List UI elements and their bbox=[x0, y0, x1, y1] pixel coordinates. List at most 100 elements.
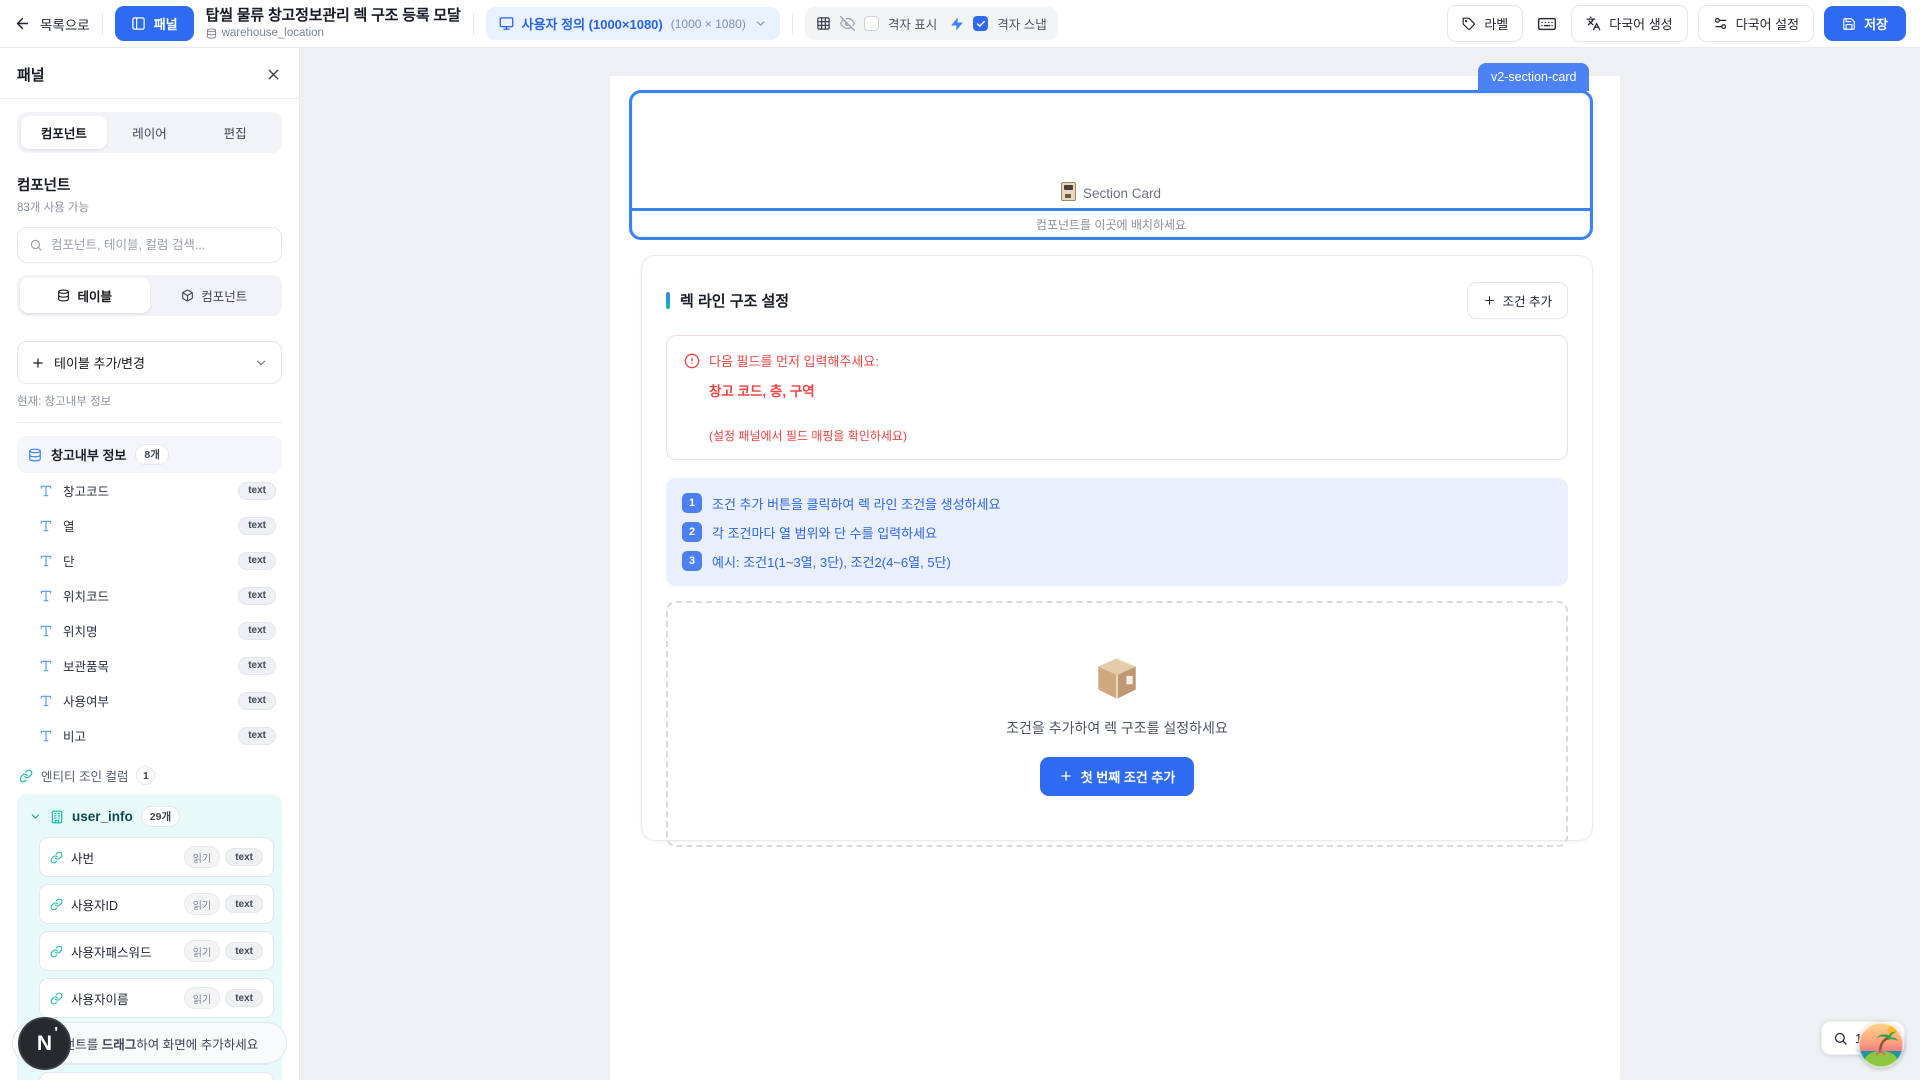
viewport-select[interactable]: 사용자 정의 (1000×1080) (1000 × 1080) bbox=[486, 7, 780, 40]
keyboard-shortcuts-button[interactable] bbox=[1533, 10, 1561, 38]
type-text-icon bbox=[39, 554, 53, 568]
field-type-badge: text bbox=[238, 622, 276, 640]
field-type-badge: text bbox=[238, 482, 276, 500]
join-field-row[interactable]: 사용자이름 읽기text bbox=[39, 978, 274, 1018]
add-condition-button[interactable]: 조건 추가 bbox=[1467, 282, 1568, 319]
add-table-dropdown[interactable]: 테이블 추가/변경 bbox=[17, 341, 282, 384]
field-type-badge: text bbox=[225, 942, 263, 960]
tag-icon bbox=[1462, 17, 1476, 31]
panel-sidebar: 패널 컴포넌트 레이어 편집 컴포넌트 83개 사용 가능 테이블 bbox=[0, 48, 300, 1080]
database-icon bbox=[28, 448, 42, 462]
page-title-block: 탑씰 물류 창고정보관리 렉 구조 등록 모달 warehouse_locati… bbox=[206, 7, 461, 39]
join-field-row[interactable]: 사번 읽기text bbox=[39, 837, 274, 877]
field-row[interactable]: 보관품목 text bbox=[17, 648, 282, 683]
field-row[interactable]: 비고 text bbox=[17, 718, 282, 753]
type-text-icon bbox=[39, 589, 53, 603]
box-icon bbox=[181, 289, 194, 302]
toggle-tables[interactable]: 테이블 bbox=[20, 278, 150, 313]
join-field-row[interactable]: 사용자패스워드 읽기text bbox=[39, 931, 274, 971]
grid-show-label: 격자 표시 bbox=[888, 14, 937, 33]
tab-edit[interactable]: 편집 bbox=[192, 116, 278, 149]
toggle-components[interactable]: 컴포넌트 bbox=[150, 278, 280, 313]
join-count-badge: 1 bbox=[136, 766, 155, 785]
field-row[interactable]: 창고코드 text bbox=[17, 473, 282, 508]
table-group-count-badge: 8개 bbox=[135, 444, 169, 465]
join-group-header[interactable]: user_info 29개 bbox=[25, 802, 274, 837]
instruction-step: 1 조건 추가 버튼을 클릭하여 렉 라인 조건을 생성하세요 bbox=[682, 493, 1552, 513]
field-type-badge: text bbox=[225, 848, 263, 866]
table-group-name: 창고내부 정보 bbox=[51, 445, 126, 464]
link-icon bbox=[50, 898, 63, 911]
editor-canvas-area: v2-section-card Section Card 컴포넌트를 이곳에 배… bbox=[300, 48, 1920, 1080]
back-label: 목록으로 bbox=[40, 14, 90, 34]
link-icon bbox=[50, 992, 63, 1005]
back-to-list-button[interactable]: 목록으로 bbox=[14, 14, 90, 34]
close-icon[interactable] bbox=[265, 66, 282, 83]
i18n-generate-button[interactable]: 다국어 생성 bbox=[1571, 5, 1687, 42]
section-card-component[interactable]: Section Card 컴포넌트를 이곳에 배치하세요 bbox=[629, 90, 1593, 240]
grid-icon bbox=[816, 16, 831, 31]
panel-left-icon bbox=[131, 16, 146, 31]
tab-layers[interactable]: 레이어 bbox=[107, 116, 193, 149]
i18n-settings-button[interactable]: 다국어 설정 bbox=[1698, 5, 1814, 42]
warning-text: 다음 필드를 먼저 입력해주세요: bbox=[709, 351, 879, 370]
divider bbox=[792, 13, 793, 35]
field-row[interactable]: 단 text bbox=[17, 543, 282, 578]
rack-structure-card: 렉 라인 구조 설정 조건 추가 다음 필드를 먼저 입력해주세요: 창고 코드… bbox=[641, 255, 1593, 841]
panel-toggle-button[interactable]: 패널 bbox=[115, 6, 194, 41]
tab-components[interactable]: 컴포넌트 bbox=[21, 116, 107, 149]
magnifier-icon bbox=[1833, 1031, 1848, 1046]
design-canvas[interactable]: v2-section-card Section Card 컴포넌트를 이곳에 배… bbox=[610, 76, 1620, 1080]
save-button[interactable]: 저장 bbox=[1824, 6, 1906, 41]
database-icon bbox=[206, 28, 217, 39]
field-row[interactable]: 위치명 text bbox=[17, 613, 282, 648]
instruction-step: 3 예시: 조건1(1~3열, 3단), 조건2(4~6열, 5단) bbox=[682, 551, 1552, 571]
database-icon bbox=[57, 289, 70, 302]
link-icon bbox=[50, 945, 63, 958]
type-text-icon bbox=[39, 484, 53, 498]
field-row[interactable]: 위치코드 text bbox=[17, 578, 282, 613]
field-row[interactable]: 열 text bbox=[17, 508, 282, 543]
plus-icon bbox=[31, 356, 45, 370]
field-row[interactable]: 사용여부 text bbox=[17, 683, 282, 718]
grid-show-checkbox[interactable] bbox=[864, 16, 879, 31]
arrow-left-icon bbox=[14, 15, 31, 32]
chevron-down-icon bbox=[29, 810, 42, 823]
alert-circle-icon bbox=[684, 353, 700, 369]
plus-icon bbox=[1483, 294, 1496, 307]
chevron-down-icon bbox=[754, 17, 767, 30]
plus-icon bbox=[1059, 769, 1073, 783]
save-icon bbox=[1842, 17, 1856, 31]
field-type-badge: text bbox=[238, 587, 276, 605]
instruction-step: 2 각 조건마다 열 범위와 단 수를 입력하세요 bbox=[682, 522, 1552, 542]
field-type-badge: text bbox=[238, 552, 276, 570]
label-button[interactable]: 라벨 bbox=[1447, 5, 1523, 42]
n-logo-badge[interactable]: N bbox=[18, 1017, 71, 1070]
required-fields-warning: 다음 필드를 먼저 입력해주세요: 창고 코드, 층, 구역 (설정 패널에서 … bbox=[666, 335, 1568, 460]
add-first-condition-button[interactable]: 첫 번째 조건 추가 bbox=[1040, 757, 1195, 796]
join-field-row[interactable]: 사용자ID 읽기text bbox=[39, 884, 274, 924]
conditions-empty-state: 조건을 추가하여 렉 구조를 설정하세요 첫 번째 조건 추가 bbox=[666, 601, 1568, 847]
island-widget-button[interactable] bbox=[1858, 1022, 1904, 1068]
type-text-icon bbox=[39, 519, 53, 533]
table-ref: warehouse_location bbox=[222, 27, 324, 40]
step-number: 1 bbox=[682, 493, 702, 513]
table-group-row[interactable]: 창고내부 정보 8개 bbox=[17, 436, 282, 473]
chevron-down-icon bbox=[254, 356, 268, 370]
access-badge: 읽기 bbox=[184, 846, 220, 868]
field-type-badge: text bbox=[238, 657, 276, 675]
sidebar-title: 패널 bbox=[17, 64, 45, 85]
building-icon bbox=[50, 810, 64, 824]
field-type-badge: text bbox=[225, 895, 263, 913]
package-icon bbox=[1092, 653, 1142, 703]
grid-snap-checkbox[interactable] bbox=[973, 16, 988, 31]
accent-bar bbox=[666, 292, 670, 309]
settings-icon bbox=[1713, 16, 1728, 31]
search-input[interactable] bbox=[51, 238, 270, 252]
source-toggle: 테이블 컴포넌트 bbox=[17, 275, 282, 316]
instructions-box: 1 조건 추가 버튼을 클릭하여 렉 라인 조건을 생성하세요 2 각 조건마다… bbox=[666, 478, 1568, 586]
card-icon bbox=[1061, 182, 1076, 201]
search-box bbox=[17, 227, 282, 263]
join-field-row[interactable] bbox=[39, 1072, 274, 1080]
drop-zone-hint[interactable]: 컴포넌트를 이곳에 배치하세요 bbox=[632, 211, 1590, 237]
